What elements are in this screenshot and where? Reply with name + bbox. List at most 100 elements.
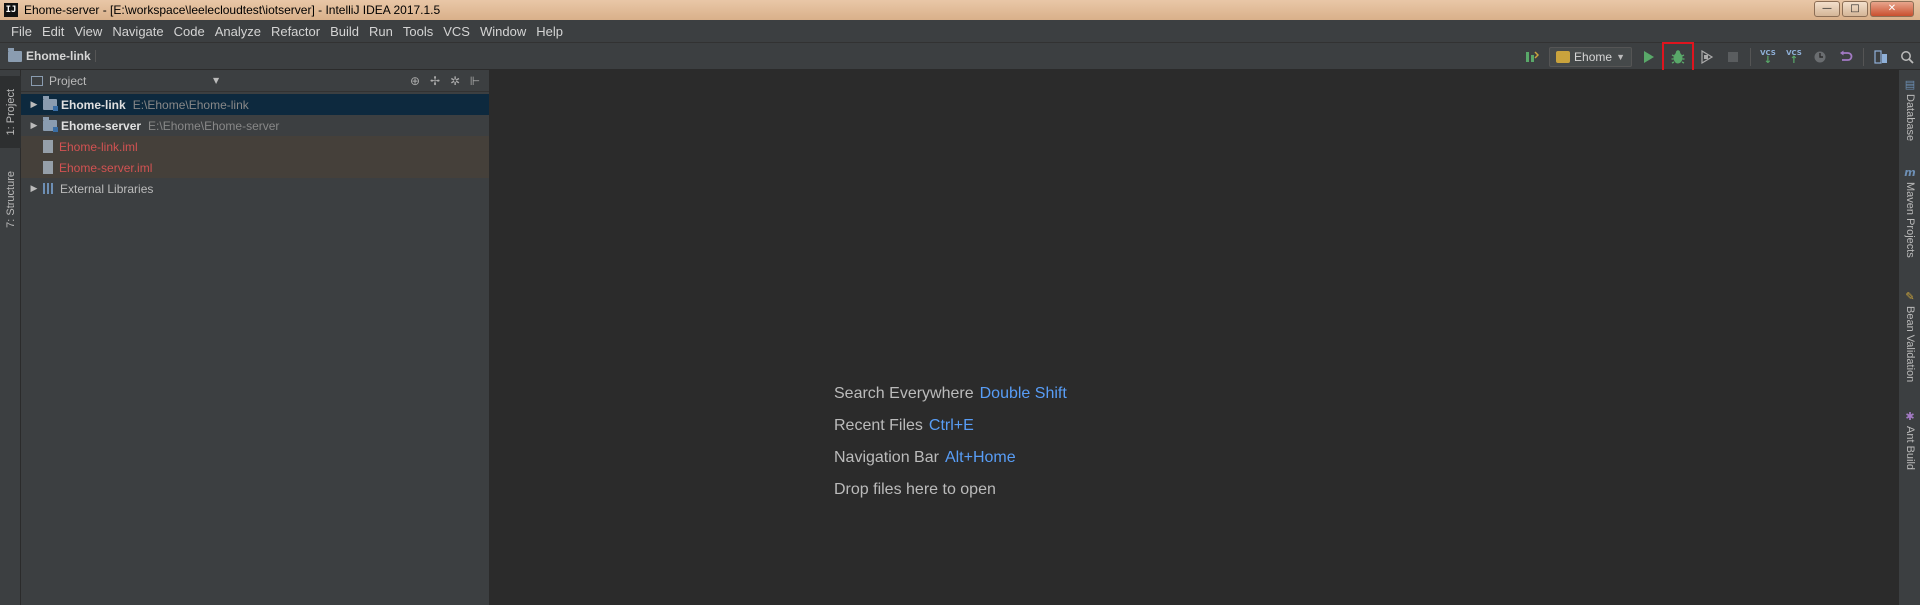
menu-run[interactable]: Run (364, 24, 398, 39)
run-icon (1644, 51, 1654, 63)
tree-item-ehome-server[interactable]: ▶ Ehome-server E:\Ehome\Ehome-server (21, 115, 489, 136)
iml-file-icon (43, 161, 53, 174)
tree-item-name: External Libraries (60, 181, 154, 196)
ant-icon: ✱ (1905, 410, 1915, 423)
tab-ant-build[interactable]: ✱ Ant Build (1899, 410, 1920, 470)
vcs-update-button[interactable]: VCS ↓ (1755, 45, 1781, 69)
library-icon (43, 183, 55, 194)
menu-view[interactable]: View (69, 24, 107, 39)
project-panel: Project ▼ ⊕ ✢ ✲ ⊩ ▶ Ehome-link E:\Ehome\… (21, 70, 490, 605)
tree-item-ehome-link[interactable]: ▶ Ehome-link E:\Ehome\Ehome-link (21, 94, 489, 115)
locate-file-icon[interactable]: ⊕ (407, 73, 423, 89)
module-folder-icon (8, 47, 22, 62)
minimize-button[interactable]: — (1814, 1, 1840, 17)
debug-button[interactable] (1662, 42, 1694, 72)
tree-item-name: Ehome-server.iml (59, 160, 153, 175)
editor-area[interactable]: Search Everywhere Double Shift Recent Fil… (490, 70, 1898, 605)
tree-item-ehome-server-iml[interactable]: Ehome-server.iml (21, 157, 489, 178)
tab-bean-validation-label: Bean Validation (1904, 306, 1916, 383)
chevron-down-icon: ▼ (1616, 52, 1625, 62)
iml-file-icon (43, 140, 53, 153)
toolbar-separator-2 (1863, 48, 1864, 66)
menu-refactor[interactable]: Refactor (266, 24, 325, 39)
build-button[interactable] (1519, 45, 1545, 69)
tab-maven-projects[interactable]: m Maven Projects (1899, 166, 1920, 258)
tab-database[interactable]: ▤ Database (1899, 78, 1920, 141)
tree-item-name: Ehome-link (61, 97, 126, 112)
project-structure-button[interactable] (1868, 45, 1894, 69)
tree-item-external-libraries[interactable]: ▶ External Libraries (21, 178, 489, 199)
menu-edit[interactable]: Edit (37, 24, 69, 39)
menu-build[interactable]: Build (325, 24, 364, 39)
hint-search-everywhere: Search Everywhere Double Shift (834, 385, 1067, 417)
tree-item-name: Ehome-server (61, 118, 142, 133)
hint-shortcut: Double Shift (979, 385, 1067, 402)
left-tool-strip: 1: Project 7: Structure (0, 70, 21, 605)
vcs-commit-button[interactable]: VCS ↑ (1781, 45, 1807, 69)
project-view-icon (31, 75, 43, 86)
run-config-label: Ehome (1574, 50, 1613, 64)
menu-analyze[interactable]: Analyze (210, 24, 266, 39)
tab-ant-build-label: Ant Build (1904, 426, 1916, 471)
module-folder-icon (43, 96, 58, 111)
tab-project[interactable]: 1: Project (0, 76, 21, 148)
maximize-button[interactable]: □ (1842, 1, 1868, 17)
hint-label: Navigation Bar (834, 449, 939, 466)
tab-bean-validation[interactable]: ✎ Bean Validation (1899, 290, 1920, 382)
menu-file[interactable]: File (6, 24, 37, 39)
menu-help[interactable]: Help (531, 24, 568, 39)
history-button[interactable] (1807, 45, 1833, 69)
hint-shortcut: Ctrl+E (928, 417, 974, 434)
expand-arrow-icon[interactable]: ▶ (27, 183, 41, 194)
breadcrumb-separator (94, 50, 103, 62)
search-icon (1901, 51, 1914, 64)
project-structure-icon (1874, 50, 1887, 64)
menu-bar: File Edit View Navigate Code Analyze Ref… (0, 20, 1920, 42)
hint-recent-files: Recent Files Ctrl+E (834, 417, 1067, 449)
project-tree: ▶ Ehome-link E:\Ehome\Ehome-link ▶ Ehome… (21, 92, 489, 199)
navigation-bar: Ehome-link Ehome ▼ VCS ↓ VCS ↑ (0, 42, 1920, 72)
chevron-down-icon[interactable]: ▼ (213, 76, 219, 85)
revert-button[interactable] (1833, 45, 1859, 69)
menu-tools[interactable]: Tools (398, 24, 438, 39)
project-panel-tools: ⊕ ✢ ✲ ⊩ (407, 73, 483, 89)
main-toolbar: Ehome ▼ VCS ↓ VCS ↑ (1519, 42, 1920, 72)
toolbar-separator (1750, 48, 1751, 66)
build-icon (1526, 51, 1540, 62)
run-config-icon (1556, 51, 1571, 63)
project-panel-header: Project ▼ ⊕ ✢ ✲ ⊩ (21, 70, 489, 92)
window-controls: — □ ✕ (1814, 1, 1914, 17)
vcs-commit-icon: VCS ↑ (1786, 48, 1802, 66)
revert-icon (1840, 50, 1853, 61)
expand-arrow-icon[interactable]: ▶ (27, 99, 41, 110)
menu-navigate[interactable]: Navigate (107, 24, 168, 39)
run-configuration-select[interactable]: Ehome ▼ (1549, 47, 1632, 67)
run-button[interactable] (1636, 45, 1662, 69)
expand-arrow-icon[interactable]: ▶ (27, 120, 41, 131)
hint-navigation-bar: Navigation Bar Alt+Home (834, 449, 1067, 481)
search-everywhere-button[interactable] (1894, 45, 1920, 69)
project-view-select[interactable]: Project (49, 74, 86, 88)
breadcrumb[interactable]: Ehome-link (8, 47, 103, 63)
tab-structure-label: 7: Structure (4, 170, 17, 228)
hint-label: Search Everywhere (834, 385, 974, 402)
run-with-coverage-button[interactable] (1694, 45, 1720, 69)
collapse-all-icon[interactable]: ✢ (427, 73, 443, 89)
hint-label: Recent Files (834, 417, 923, 434)
close-button[interactable]: ✕ (1870, 1, 1914, 17)
tab-maven-label: Maven Projects (1904, 182, 1916, 258)
module-folder-icon (43, 117, 58, 132)
menu-code[interactable]: Code (169, 24, 210, 39)
tree-item-ehome-link-iml[interactable]: Ehome-link.iml (21, 136, 489, 157)
vcs-update-icon: VCS ↓ (1760, 48, 1776, 66)
stop-button[interactable] (1720, 45, 1746, 69)
gear-icon[interactable]: ✲ (447, 73, 463, 89)
tab-database-label: Database (1904, 94, 1916, 142)
title-bar: IJ Ehome-server - [E:\workspace\leeleclo… (0, 0, 1920, 20)
history-icon (1814, 51, 1826, 63)
tab-project-label: 1: Project (4, 88, 17, 136)
menu-vcs[interactable]: VCS (438, 24, 475, 39)
hide-panel-icon[interactable]: ⊩ (467, 73, 483, 89)
menu-window[interactable]: Window (475, 24, 531, 39)
tab-structure[interactable]: 7: Structure (0, 162, 21, 236)
